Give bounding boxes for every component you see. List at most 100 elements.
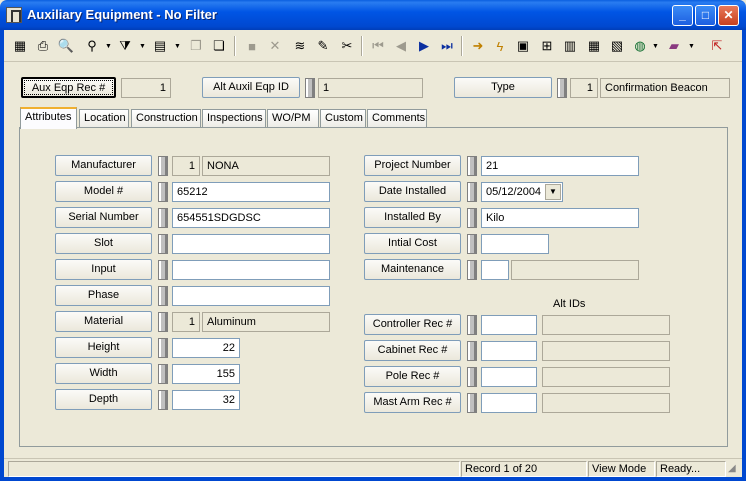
installed-by-button[interactable]: Installed By (364, 207, 461, 228)
print-icon[interactable]: ⎙ (33, 36, 53, 56)
tab-location[interactable]: Location (79, 109, 129, 128)
controller-rec-button[interactable]: Controller Rec # (364, 314, 461, 335)
tab-comments[interactable]: Comments (367, 109, 427, 128)
depth-button[interactable]: Depth (55, 389, 152, 410)
grip-handle[interactable] (158, 286, 168, 306)
aux-eqp-rec-button[interactable]: Aux Eqp Rec # (21, 77, 116, 98)
grip-handle[interactable] (467, 260, 477, 280)
book-icon[interactable]: ▰ (664, 36, 684, 56)
cabinet-rec-field[interactable] (481, 341, 537, 361)
installed-by-field[interactable]: Kilo (481, 208, 639, 228)
close-button[interactable]: ✕ (718, 5, 739, 26)
width-field[interactable]: 155 (172, 364, 240, 384)
grip-handle[interactable] (467, 156, 477, 176)
phase-field[interactable] (172, 286, 330, 306)
grip-handle[interactable] (158, 390, 168, 410)
height-field[interactable]: 22 (172, 338, 240, 358)
initial-cost-button[interactable]: Intial Cost (364, 233, 461, 254)
grip-handle[interactable] (158, 260, 168, 280)
grip-handle[interactable] (467, 367, 477, 387)
tree-icon[interactable]: ⊞ (537, 36, 557, 56)
report-dropdown-icon[interactable]: ▼ (174, 43, 181, 50)
pole-rec-field[interactable] (481, 367, 537, 387)
initial-cost-field[interactable] (481, 234, 549, 254)
grip-handle[interactable] (158, 364, 168, 384)
serial-number-field[interactable]: 654551SDGDSC (172, 208, 330, 228)
input-button[interactable]: Input (55, 259, 152, 280)
copy-icon[interactable]: ❐ (186, 36, 206, 56)
mast-arm-rec-button[interactable]: Mast Arm Rec # (364, 392, 461, 413)
map-icon[interactable]: ▣ (513, 36, 533, 56)
height-button[interactable]: Height (55, 337, 152, 358)
grip-handle[interactable] (158, 208, 168, 228)
globe-dropdown-icon[interactable]: ▼ (652, 43, 659, 50)
grip-handle[interactable] (158, 338, 168, 358)
filter-icon[interactable]: ⧩ (115, 36, 135, 56)
tab-inspections[interactable]: Inspections (202, 109, 266, 128)
grip-handle[interactable] (467, 393, 477, 413)
tab-attributes[interactable]: Attributes (20, 107, 77, 129)
controller-rec-field[interactable] (481, 315, 537, 335)
maintenance-button[interactable]: Maintenance (364, 259, 461, 280)
arrow-icon[interactable]: ➜ (468, 36, 488, 56)
delete-icon[interactable]: ✕ (265, 36, 285, 56)
next-record-icon[interactable]: ▶ (414, 36, 434, 56)
cut-icon[interactable]: ✂ (337, 36, 357, 56)
date-installed-field[interactable]: 05/12/2004 ▼ (481, 182, 563, 202)
resize-grip-icon[interactable]: ◢ (728, 463, 736, 474)
type-button[interactable]: Type (454, 77, 552, 98)
flash-icon[interactable]: ϟ (490, 36, 510, 56)
chart-icon[interactable]: ▥ (560, 36, 580, 56)
grip-handle[interactable] (467, 208, 477, 228)
cabinet-rec-button[interactable]: Cabinet Rec # (364, 340, 461, 361)
project-number-button[interactable]: Project Number (364, 155, 461, 176)
model-field[interactable]: 65212 (172, 182, 330, 202)
alt-auxil-eqp-id-button[interactable]: Alt Auxil Eqp ID (202, 77, 300, 98)
calc-icon[interactable]: ▦ (584, 36, 604, 56)
spell-icon[interactable]: ≋ (290, 36, 310, 56)
copy2-icon[interactable]: ❏ (209, 36, 229, 56)
grip-handle[interactable] (467, 182, 477, 202)
image-icon[interactable]: ▧ (607, 36, 627, 56)
pole-rec-button[interactable]: Pole Rec # (364, 366, 461, 387)
report-icon[interactable]: ▤ (150, 36, 170, 56)
manufacturer-button[interactable]: Manufacturer (55, 155, 152, 176)
slot-field[interactable] (172, 234, 330, 254)
exit-icon[interactable]: ⇱ (707, 36, 727, 56)
tab-construction[interactable]: Construction (131, 109, 201, 128)
model-button[interactable]: Model # (55, 181, 152, 202)
serial-number-button[interactable]: Serial Number (55, 207, 152, 228)
preview-icon[interactable]: 🔍 (56, 36, 76, 56)
width-button[interactable]: Width (55, 363, 152, 384)
find-icon[interactable]: ⚲ (82, 36, 102, 56)
find-dropdown-icon[interactable]: ▼ (105, 43, 112, 50)
maintenance-code-field[interactable] (481, 260, 509, 280)
mast-arm-rec-field[interactable] (481, 393, 537, 413)
date-installed-button[interactable]: Date Installed (364, 181, 461, 202)
save-icon[interactable]: ▦ (10, 36, 30, 56)
maximize-button[interactable]: □ (695, 5, 716, 26)
project-number-field[interactable]: 21 (481, 156, 639, 176)
slot-button[interactable]: Slot (55, 233, 152, 254)
tab-custom[interactable]: Custom (320, 109, 366, 128)
grip-handle[interactable] (158, 182, 168, 202)
chevron-down-icon[interactable]: ▼ (545, 184, 561, 200)
grip-handle[interactable] (305, 78, 315, 98)
tab-wo-pm[interactable]: WO/PM (267, 109, 319, 128)
disabled-icon[interactable]: ■ (242, 36, 262, 56)
last-record-icon[interactable]: ⏭ (437, 36, 457, 56)
globe-icon[interactable]: ◍ (630, 36, 650, 56)
grip-handle[interactable] (467, 315, 477, 335)
depth-field[interactable]: 32 (172, 390, 240, 410)
minimize-button[interactable]: _ (672, 5, 693, 26)
grip-handle[interactable] (467, 341, 477, 361)
grip-handle[interactable] (557, 78, 567, 98)
prev-record-icon[interactable]: ◀ (391, 36, 411, 56)
grip-handle[interactable] (158, 234, 168, 254)
phase-button[interactable]: Phase (55, 285, 152, 306)
first-record-icon[interactable]: ⏮ (368, 36, 388, 56)
grip-handle[interactable] (158, 156, 168, 176)
grip-handle[interactable] (467, 234, 477, 254)
book-dropdown-icon[interactable]: ▼ (688, 43, 695, 50)
input-field[interactable] (172, 260, 330, 280)
